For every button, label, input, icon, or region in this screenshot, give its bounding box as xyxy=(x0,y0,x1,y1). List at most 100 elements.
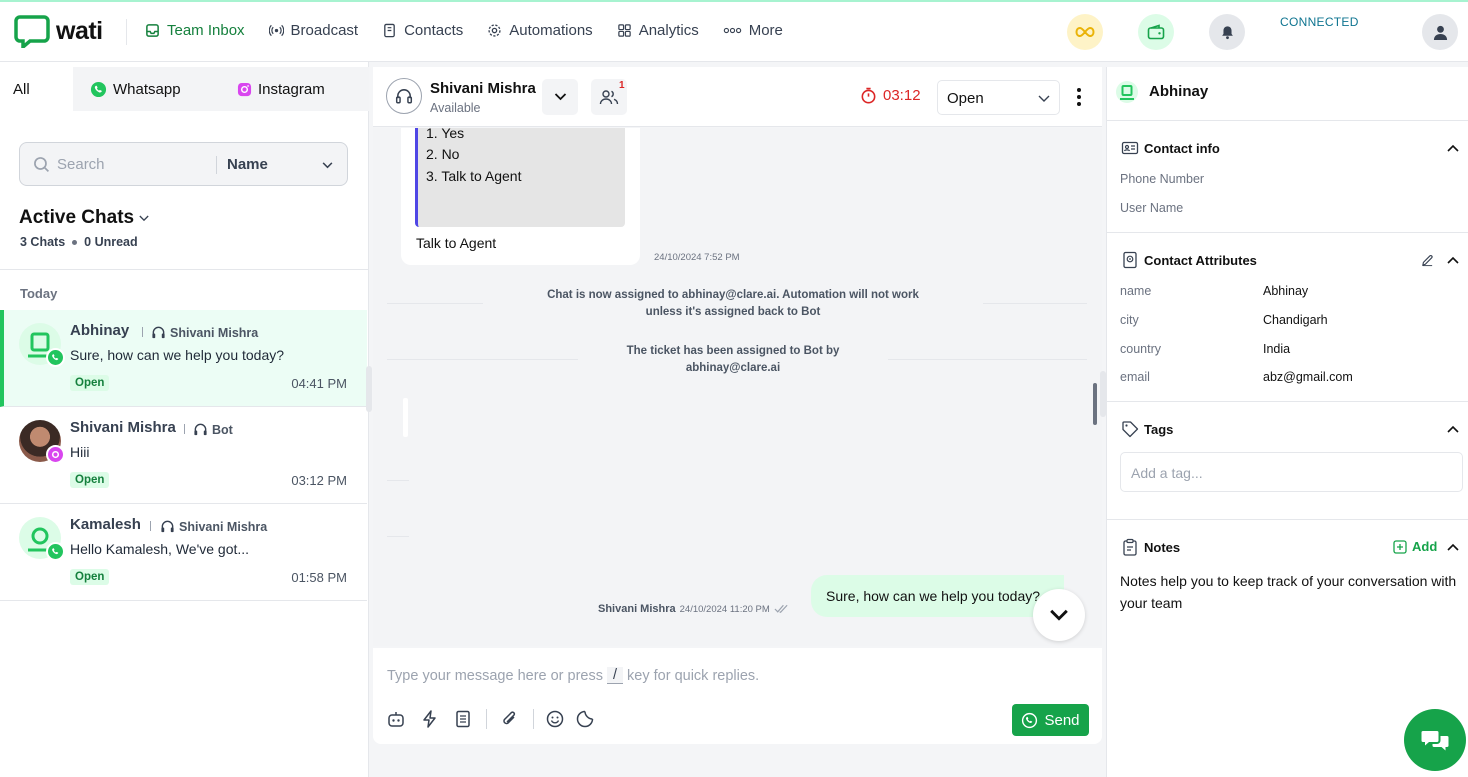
active-chats-dropdown[interactable]: Active Chats xyxy=(19,207,149,229)
send-button[interactable]: Send xyxy=(1012,704,1089,736)
chat-assignee: Shivani Mishra xyxy=(151,325,258,340)
instagram-icon xyxy=(237,82,252,96)
instagram-icon xyxy=(51,450,60,459)
scrollbar[interactable] xyxy=(1093,383,1097,425)
conversation-status-select[interactable]: Open xyxy=(937,80,1060,115)
chevron-up-icon[interactable] xyxy=(1447,425,1459,433)
nav-more[interactable]: More xyxy=(723,22,783,39)
chevron-down-icon xyxy=(1038,95,1050,102)
chevron-up-icon[interactable] xyxy=(1447,543,1459,551)
nav-label: More xyxy=(748,22,783,39)
chat-name: Abhinay xyxy=(70,322,130,339)
add-note-label: Add xyxy=(1412,539,1438,554)
nav-analytics[interactable]: Analytics xyxy=(617,22,699,39)
sender-name: Shivani Mishra xyxy=(598,603,676,615)
infinity-icon xyxy=(1075,26,1095,38)
wati-logo[interactable]: wati xyxy=(14,14,103,48)
tag-placeholder: Add a tag... xyxy=(1131,465,1203,481)
tab-all[interactable]: All xyxy=(0,67,73,111)
nav-team-inbox[interactable]: Team Inbox xyxy=(145,22,245,39)
tags-title: Tags xyxy=(1144,422,1174,437)
instagram-badge-icon xyxy=(46,445,65,464)
tab-whatsapp[interactable]: Whatsapp xyxy=(73,67,221,111)
dot-separator xyxy=(72,239,78,245)
search-filter-dropdown[interactable]: Name xyxy=(227,156,268,173)
separator xyxy=(142,327,143,337)
stopwatch-icon xyxy=(861,87,876,104)
headset-icon xyxy=(194,423,207,436)
chat-time: 01:58 PM xyxy=(291,570,347,585)
search-input[interactable]: Search xyxy=(57,156,105,173)
chat-preview: Sure, how can we help you today? xyxy=(70,347,285,363)
assignee-name: Shivani Mishra xyxy=(179,519,268,534)
placeholder-text: Type your message here or press xyxy=(387,667,603,684)
tab-label: All xyxy=(13,80,30,98)
active-chats-title: Active Chats xyxy=(19,207,135,228)
separator xyxy=(184,424,185,434)
notifications-button[interactable] xyxy=(1209,14,1245,50)
contact-details-panel: Abhinay Contact info Phone Number User N… xyxy=(1106,67,1468,777)
template-icon[interactable] xyxy=(453,709,473,729)
message-text: Sure, how can we help you today? xyxy=(826,588,1041,604)
double-check-icon xyxy=(774,604,788,614)
attributes-icon xyxy=(1123,251,1137,269)
search-icon xyxy=(34,157,50,173)
tab-label: Instagram xyxy=(258,80,325,98)
contact-avatar-icon xyxy=(1120,85,1134,100)
assignee-name: Bot xyxy=(212,422,233,437)
chevron-up-icon[interactable] xyxy=(1447,144,1459,152)
emoji-icon[interactable] xyxy=(545,709,565,729)
message-text: Talk to Agent xyxy=(416,235,497,251)
chat-item-kamalesh[interactable]: Kamalesh Shivani Mishra Hello Kamalesh, … xyxy=(0,504,367,601)
nav-broadcast[interactable]: Broadcast xyxy=(268,22,358,39)
wallet-button[interactable] xyxy=(1138,14,1174,50)
integration-button[interactable] xyxy=(1067,14,1103,50)
placeholder-bubble xyxy=(403,398,408,437)
grid-icon xyxy=(617,24,631,37)
top-navigation: wati Team Inbox Broadcast Contacts Autom… xyxy=(0,0,1468,62)
divider xyxy=(1107,401,1468,402)
nav-automations[interactable]: Automations xyxy=(487,22,593,39)
wallet-icon xyxy=(1147,24,1165,40)
status-badge: Open xyxy=(70,569,110,585)
attachment-icon[interactable] xyxy=(500,709,520,729)
more-options-icon[interactable] xyxy=(1073,86,1085,108)
message-input[interactable]: Type your message here or press / key fo… xyxy=(387,667,759,684)
whatsapp-icon xyxy=(52,548,59,555)
sticker-icon[interactable] xyxy=(575,709,595,729)
conversation-header: Shivani Mishra Available 1 03:12 Open xyxy=(373,67,1102,127)
toolbar-divider xyxy=(486,709,487,729)
chat-item-shivani[interactable]: Shivani Mishra Bot Hiii Open 03:12 PM xyxy=(0,407,367,504)
bot-icon[interactable] xyxy=(386,709,406,729)
whatsapp-badge-icon xyxy=(46,348,65,367)
divider xyxy=(1107,120,1468,121)
chats-count: 3 Chats xyxy=(20,235,66,249)
support-chat-button[interactable] xyxy=(1404,709,1466,771)
placeholder-text: key for quick replies. xyxy=(627,667,760,684)
tab-instagram[interactable]: Instagram xyxy=(221,67,369,111)
chat-preview: Hello Kamalesh, We've got... xyxy=(70,541,250,557)
attribute-key: city xyxy=(1120,313,1139,327)
conversation-area: 1. Yes 2. No 3. Talk to Agent Talk to Ag… xyxy=(373,128,1102,646)
chevron-up-icon[interactable] xyxy=(1447,256,1459,264)
assign-agent-dropdown[interactable] xyxy=(542,79,578,115)
unread-count: 0 Unread xyxy=(84,235,138,249)
avatar xyxy=(1116,81,1138,103)
nav-contacts[interactable]: Contacts xyxy=(382,22,463,39)
divider xyxy=(387,480,409,481)
message-composer: Type your message here or press / key fo… xyxy=(373,648,1102,744)
id-card-icon xyxy=(1121,141,1139,155)
team-count-badge: 1 xyxy=(619,80,625,91)
panel-resize-handle[interactable] xyxy=(366,366,372,412)
profile-button[interactable] xyxy=(1422,14,1458,50)
add-note-button[interactable]: Add xyxy=(1393,539,1437,554)
system-text: unless it's assigned back to Bot xyxy=(645,306,821,318)
edit-icon[interactable] xyxy=(1421,254,1434,267)
tag-input[interactable]: Add a tag... xyxy=(1120,452,1463,492)
divider xyxy=(0,269,369,270)
nav-label: Analytics xyxy=(638,22,699,39)
chat-name: Kamalesh xyxy=(70,516,141,533)
scroll-down-button[interactable] xyxy=(1033,589,1085,641)
lightning-icon[interactable] xyxy=(420,709,440,729)
chat-item-abhinay[interactable]: Abhinay Shivani Mishra Sure, how can we … xyxy=(0,310,367,407)
